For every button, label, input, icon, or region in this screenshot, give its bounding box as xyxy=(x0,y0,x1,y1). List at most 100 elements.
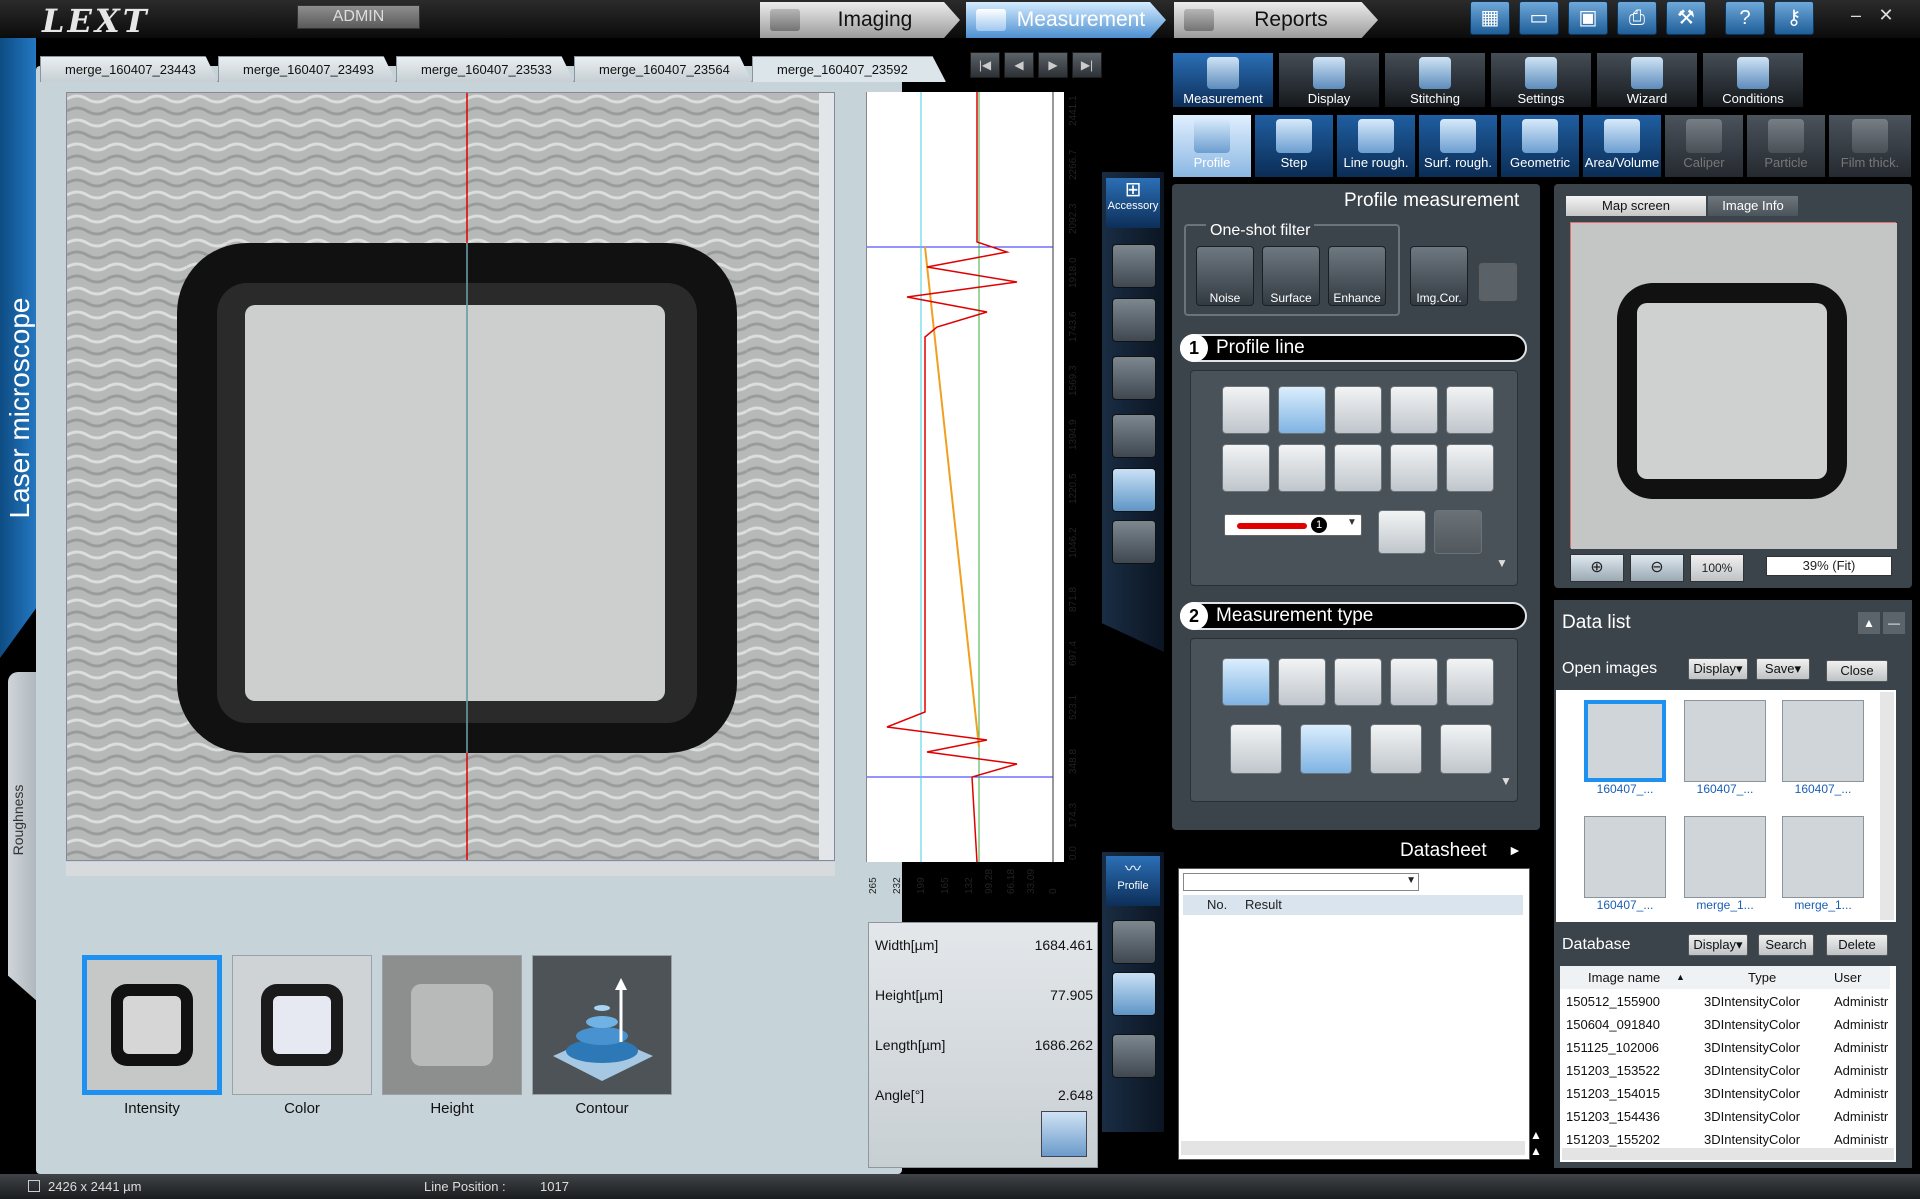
collapse-up-icon[interactable]: ▲ xyxy=(1858,612,1880,634)
image-tab-active[interactable]: merge_160407_23592 xyxy=(752,56,946,82)
conditions-tool-button[interactable]: Conditions xyxy=(1702,52,1804,108)
table-row[interactable]: 150512_155900 3DIntensityColor Administr xyxy=(1560,990,1890,1013)
image-tab[interactable]: merge_160407_23564 xyxy=(574,56,752,82)
tab-imaging[interactable]: Imaging xyxy=(760,2,960,38)
peak-height-button[interactable] xyxy=(1440,724,1492,774)
table-row[interactable]: 150604_091840 3DIntensityColor Administr xyxy=(1560,1013,1890,1036)
peak-button[interactable] xyxy=(1390,658,1438,706)
width-button[interactable] xyxy=(1446,658,1494,706)
overlay-button[interactable] xyxy=(1112,468,1156,512)
line-roughness-tool-button[interactable]: Line rough. xyxy=(1336,114,1416,178)
arc-button[interactable] xyxy=(1390,444,1438,492)
area-volume-tool-button[interactable]: Area/Volume xyxy=(1582,114,1662,178)
color-scale-button[interactable] xyxy=(1112,1034,1156,1078)
image-correction-button[interactable]: Img.Cor. xyxy=(1410,246,1468,306)
zoom-100-button[interactable]: 100% xyxy=(1690,554,1744,582)
accessory-button[interactable]: ⊞ Accessory xyxy=(1106,178,1160,228)
export-result-icon[interactable] xyxy=(1041,1111,1087,1157)
image-view[interactable] xyxy=(66,92,835,861)
arc-alt-button[interactable] xyxy=(1446,444,1494,492)
minimize-panel-icon[interactable]: — xyxy=(1883,612,1905,634)
image-horizontal-scrollbar[interactable] xyxy=(66,862,835,876)
next-image-icon[interactable]: ▶ xyxy=(1038,52,1068,78)
profile-view-button[interactable]: 〰 Profile xyxy=(1106,856,1160,906)
circle-three-point-button[interactable] xyxy=(1222,444,1270,492)
scroll-up-icon[interactable]: ▲ xyxy=(1530,1128,1542,1142)
tab-reports[interactable]: Reports xyxy=(1174,2,1378,38)
step-tool-button[interactable]: Step xyxy=(1254,114,1334,178)
zoom-in-icon[interactable]: ⊕ xyxy=(1570,554,1624,582)
frame-button[interactable] xyxy=(1112,414,1156,458)
tab-map-screen[interactable]: Map screen xyxy=(1566,196,1706,216)
save-icon[interactable]: ▣ xyxy=(1568,1,1608,35)
first-image-icon[interactable]: |◀ xyxy=(970,52,1000,78)
close-icon[interactable]: ✕ xyxy=(1874,4,1898,28)
three-point-line-button[interactable] xyxy=(1390,386,1438,434)
2d-3d-button[interactable] xyxy=(1112,244,1156,288)
horizontal-line-button[interactable] xyxy=(1222,386,1270,434)
calculator-icon[interactable]: ▦ xyxy=(1470,1,1510,35)
enhance-filter-button[interactable]: Enhance xyxy=(1328,246,1386,306)
scroll-down-icon[interactable]: ▲ xyxy=(1530,1144,1542,1158)
table-row[interactable]: 151125_102006 3DIntensityColor Administr xyxy=(1560,1036,1890,1059)
expand-icon[interactable]: ▼ xyxy=(1496,556,1508,570)
frame-view-button[interactable] xyxy=(1112,920,1156,964)
slope-button[interactable] xyxy=(1370,724,1422,774)
delete-button[interactable]: Delete xyxy=(1826,934,1888,956)
open-image-thumb[interactable] xyxy=(1782,700,1864,782)
view-contour-button[interactable] xyxy=(532,955,672,1095)
display-dropdown[interactable]: Display▾ xyxy=(1688,658,1748,680)
open-images-scrollbar[interactable] xyxy=(1880,692,1894,920)
edit-button[interactable] xyxy=(1112,520,1156,564)
area-profile-button[interactable] xyxy=(1278,658,1326,706)
parallel-line-button[interactable] xyxy=(1446,386,1494,434)
vertical-line-button[interactable] xyxy=(1278,386,1326,434)
3d-view-button[interactable] xyxy=(1112,972,1156,1016)
surface-filter-button[interactable]: Surface xyxy=(1262,246,1320,306)
image-tab[interactable]: merge_160407_23493 xyxy=(218,56,396,82)
zoom-out-icon[interactable]: ⊖ xyxy=(1630,554,1684,582)
image-tab[interactable]: merge_160407_23533 xyxy=(396,56,574,82)
open-image-thumb[interactable] xyxy=(1684,816,1766,898)
search-button[interactable]: Search xyxy=(1758,934,1814,956)
expand-icon[interactable]: ▼ xyxy=(1500,774,1512,788)
datasheet-select[interactable]: ▼ xyxy=(1183,873,1419,891)
display-tool-button[interactable]: Display xyxy=(1278,52,1380,108)
3d-tool-button[interactable] xyxy=(1112,298,1156,342)
surface-roughness-tool-button[interactable]: Surf. rough. xyxy=(1418,114,1498,178)
table-row[interactable]: 151203_153522 3DIntensityColor Administr xyxy=(1560,1059,1890,1082)
angle-button[interactable] xyxy=(1230,724,1282,774)
close-button[interactable]: Close xyxy=(1826,660,1888,682)
open-image-thumb[interactable] xyxy=(1584,700,1666,782)
table-row[interactable]: 151203_154436 3DIntensityColor Administr xyxy=(1560,1105,1890,1128)
image-tab[interactable]: merge_160407_23443 xyxy=(40,56,218,82)
triangle-angle-button[interactable] xyxy=(1300,724,1352,774)
profile-graph[interactable] xyxy=(866,92,1064,863)
datasheet-scrollbar[interactable] xyxy=(1181,1141,1525,1155)
tab-image-info[interactable]: Image Info xyxy=(1708,196,1798,216)
line-color-select[interactable]: 1 ▼ xyxy=(1224,514,1362,536)
last-image-icon[interactable]: ▶| xyxy=(1072,52,1102,78)
database-display-dropdown[interactable]: Display▾ xyxy=(1688,934,1748,956)
table-row[interactable]: 151203_154015 3DIntensityColor Administr xyxy=(1560,1082,1890,1105)
help-icon[interactable]: ? xyxy=(1725,1,1765,35)
add-line-button[interactable] xyxy=(1378,510,1426,554)
view-color-button[interactable] xyxy=(232,955,372,1095)
save-dropdown[interactable]: Save▾ xyxy=(1756,658,1810,680)
open-image-thumb[interactable] xyxy=(1782,816,1864,898)
map-view[interactable] xyxy=(1570,222,1897,549)
step-height-button[interactable] xyxy=(1222,658,1270,706)
tool-button[interactable] xyxy=(1112,356,1156,400)
print-icon[interactable]: ⎙ xyxy=(1617,1,1657,35)
minimize-icon[interactable]: – xyxy=(1844,4,1868,28)
user-button[interactable]: ADMIN xyxy=(297,5,420,29)
polyline-button[interactable] xyxy=(1334,444,1382,492)
open-image-thumb[interactable] xyxy=(1684,700,1766,782)
profile-tool-button[interactable]: Profile xyxy=(1172,114,1252,178)
wizard-tool-button[interactable]: Wizard xyxy=(1596,52,1698,108)
prev-image-icon[interactable]: ◀ xyxy=(1004,52,1034,78)
wrench-icon[interactable]: ⚒ xyxy=(1666,1,1706,35)
noise-filter-button[interactable]: Noise xyxy=(1196,246,1254,306)
radius-button[interactable] xyxy=(1334,658,1382,706)
stitching-tool-button[interactable]: Stitching xyxy=(1384,52,1486,108)
